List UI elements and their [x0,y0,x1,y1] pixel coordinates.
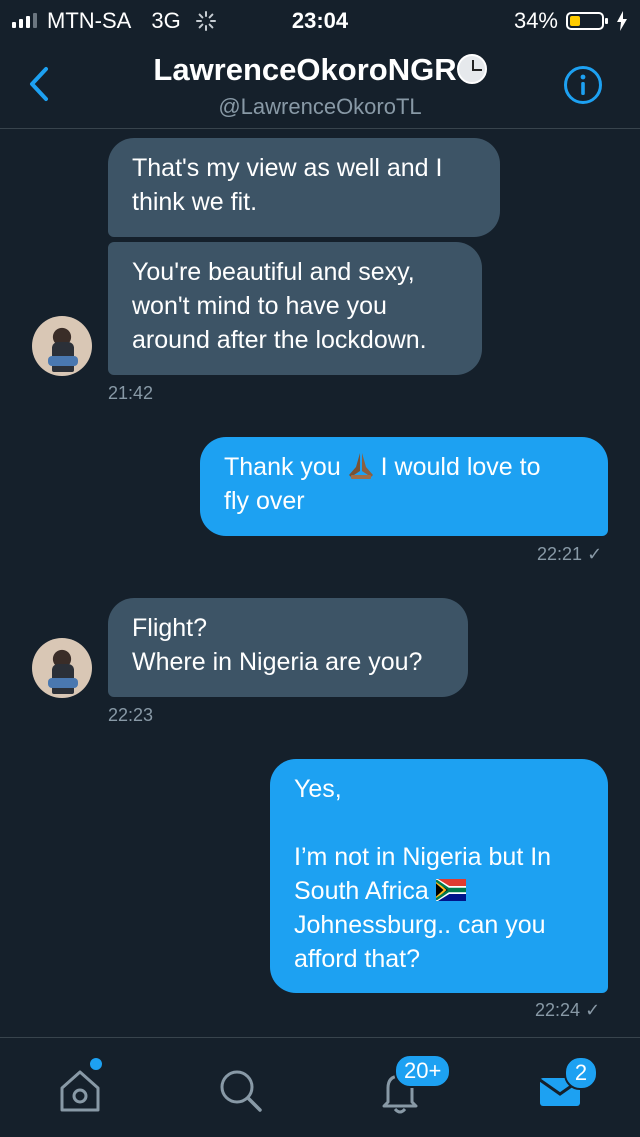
charging-bolt-icon [617,11,627,31]
message-text: Yes, I’m not in Nigeria but In South Afr… [294,775,552,905]
message-bubble-received[interactable]: You're beautiful and sexy, won't mind to… [108,242,482,375]
sent-check-icon: ✓ [587,544,603,564]
conversation-title[interactable]: LawrenceOkoroNGR [0,52,640,88]
message-timestamp: 22:21 ✓ [537,544,602,565]
timestamp-text: 22:24 [535,1000,581,1020]
message-timestamp: 22:23 [108,705,154,725]
avatar[interactable] [32,638,92,698]
bottom-tab-bar: 20+ 2 [0,1037,640,1137]
conversation-header: LawrenceOkoroNGR @LawrenceOkoroTL [0,40,640,129]
message-text: Johnessburg.. can you afford that? [294,911,546,973]
message-bubble-sent[interactable]: Thank you I would love to fly over [200,437,608,536]
messages-badge: 2 [564,1056,598,1090]
message-text: Thank you [224,453,341,481]
display-name: LawrenceOkoroNGR [153,52,457,87]
home-new-dot [88,1056,104,1072]
folded-hands-emoji-icon [348,453,373,479]
timestamp-text: 22:21 [537,544,583,564]
message-bubble-received[interactable]: That's my view as well and I think we fi… [108,138,500,237]
message-timestamp: 22:24 ✓ [535,1000,600,1021]
message-timestamp: 21:42 [108,383,154,403]
south-africa-flag-icon [435,879,466,901]
status-bar: MTN-SA 3G 23:04 34% [0,0,640,40]
sent-check-icon: ✓ [585,1000,601,1020]
avatar[interactable] [32,316,92,376]
battery-percent: 34% [513,8,558,33]
user-handle: @LawrenceOkoroTL [218,94,422,119]
info-icon[interactable] [563,65,603,105]
battery-icon [566,12,608,30]
search-icon[interactable] [212,1062,268,1118]
status-right: 34% [514,8,628,34]
message-bubble-received[interactable]: Flight? Where in Nigeria are you? [108,598,468,697]
clock-emoji-icon [456,54,487,84]
message-bubble-sent[interactable]: Yes, I’m not in Nigeria but In South Afr… [270,759,608,993]
notifications-badge: 20+ [394,1054,452,1088]
